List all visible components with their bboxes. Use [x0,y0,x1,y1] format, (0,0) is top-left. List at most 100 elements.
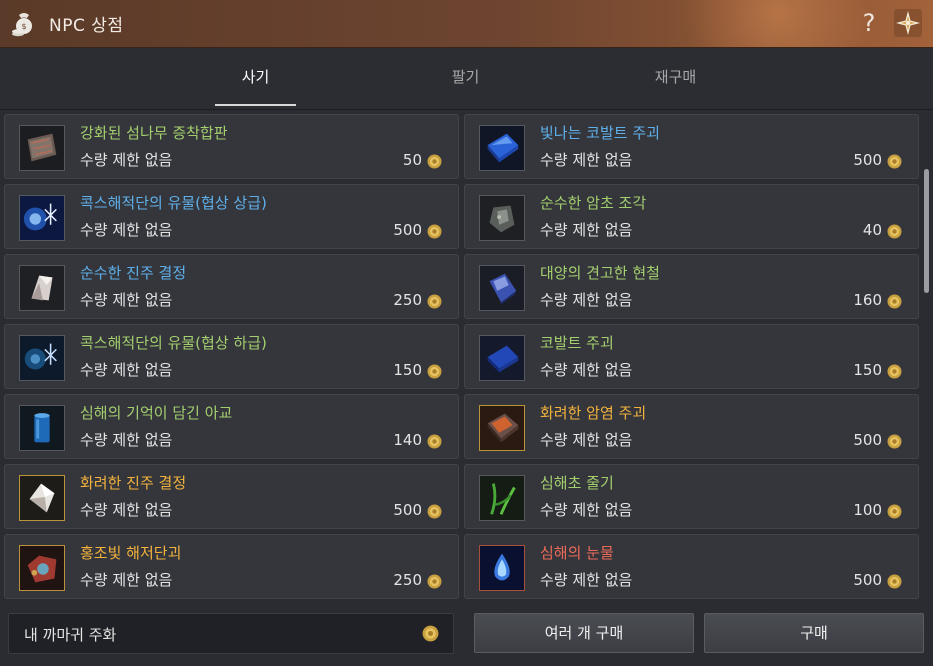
item-name: 홍조빛 해저단괴 [80,544,182,562]
item-limit: 수량 제한 없음 [80,501,173,519]
item-name: 심해의 눈물 [540,544,614,562]
item-limit: 수량 제한 없음 [80,361,173,379]
crow-coin-icon [427,294,442,309]
cobalt-ingot-icon [479,125,525,171]
item-price: 150 [393,361,422,379]
item-limit: 수량 제한 없음 [540,361,633,379]
multi-buy-button[interactable]: 여러 개 구매 [474,613,694,653]
item-limit: 수량 제한 없음 [540,291,633,309]
glue-jar-icon [19,405,65,451]
crow-coin-icon [427,224,442,239]
item-name: 빛나는 코발트 주괴 [540,124,660,142]
shop-item[interactable]: 빛나는 코발트 주괴 수량 제한 없음 500 [464,114,919,179]
item-limit: 수량 제한 없음 [540,151,633,169]
item-price: 500 [393,221,422,239]
item-name: 콕스해적단의 유물(협상 하급) [80,334,267,352]
item-name: 강화된 섬나무 증착합판 [80,124,228,142]
item-name: 대양의 견고한 현철 [540,264,660,282]
cobalt-ingot-icon [479,335,525,381]
pirate-relic-icon [19,195,65,241]
crow-coin-icon [427,574,442,589]
svg-text:$: $ [21,22,26,31]
title-decoration [633,0,873,47]
item-price: 250 [393,291,422,309]
item-name: 심해초 줄기 [540,474,614,492]
compass-star-icon[interactable] [893,8,923,38]
pearl-crystal-icon [19,265,65,311]
shop-item[interactable]: 심해의 눈물 수량 제한 없음 500 [464,534,919,599]
shop-item[interactable]: 콕스해적단의 유물(협상 하급) 수량 제한 없음 150 [4,324,459,389]
crow-coin-icon [887,294,902,309]
shop-item[interactable]: 화려한 암염 주괴 수량 제한 없음 500 [464,394,919,459]
item-price: 150 [853,361,882,379]
item-name: 화려한 진주 결정 [80,474,187,492]
active-tab-indicator [215,104,296,106]
item-limit: 수량 제한 없음 [80,151,173,169]
item-limit: 수량 제한 없음 [80,291,173,309]
item-name: 코발트 주괴 [540,334,614,352]
item-limit: 수량 제한 없음 [80,221,173,239]
crow-coin-icon [422,625,439,642]
item-price: 500 [853,151,882,169]
scrollbar-thumb[interactable] [924,169,929,293]
crow-coin-icon [887,364,902,379]
bottom-bar: 내 까마귀 주화 여러 개 구매 구매 [0,603,933,666]
item-list: 강화된 섬나무 증착합판 수량 제한 없음 50 빛나는 코발트 주괴 수량 제… [0,111,933,603]
item-price: 100 [853,501,882,519]
pirate-relic-icon [19,335,65,381]
item-price: 500 [393,501,422,519]
help-icon[interactable]: ? [857,8,881,38]
crow-coin-icon [427,434,442,449]
shop-item[interactable]: 심해의 기억이 담긴 아교 수량 제한 없음 140 [4,394,459,459]
sea-tear-icon [479,545,525,591]
item-price: 140 [393,431,422,449]
shop-item[interactable]: 순수한 암초 조각 수량 제한 없음 40 [464,184,919,249]
item-price: 50 [402,151,422,169]
tab-buyback[interactable]: 재구매 [635,66,716,87]
currency-label: 내 까마귀 주화 [24,626,117,644]
crow-coin-icon [427,364,442,379]
shop-item[interactable]: 홍조빛 해저단괴 수량 제한 없음 250 [4,534,459,599]
item-name: 순수한 진주 결정 [80,264,187,282]
title-bar: $ NPC 상점 ? [0,0,933,48]
item-limit: 수량 제한 없음 [540,221,633,239]
reef-piece-icon [479,195,525,241]
shop-item[interactable]: 코발트 주괴 수량 제한 없음 150 [464,324,919,389]
buy-button[interactable]: 구매 [704,613,924,653]
ocean-iron-icon [479,265,525,311]
item-price: 40 [862,221,882,239]
plywood-icon [19,125,65,171]
item-price: 250 [393,571,422,589]
shop-item[interactable]: 순수한 진주 결정 수량 제한 없음 250 [4,254,459,319]
crow-coin-icon [887,574,902,589]
crow-coin-icon [887,504,902,519]
shop-item[interactable]: 화려한 진주 결정 수량 제한 없음 500 [4,464,459,529]
tab-bar: 사기 팔기 재구매 [0,48,933,110]
scrollbar[interactable] [921,111,931,603]
rock-salt-ingot-icon [479,405,525,451]
item-price: 500 [853,571,882,589]
item-price: 160 [853,291,882,309]
crow-coin-icon [887,224,902,239]
item-limit: 수량 제한 없음 [540,501,633,519]
item-name: 순수한 암초 조각 [540,194,647,212]
crow-coin-icon [427,154,442,169]
tab-buy[interactable]: 사기 [215,66,296,87]
item-name: 화려한 암염 주괴 [540,404,647,422]
window-title: NPC 상점 [49,16,124,36]
item-limit: 수량 제한 없음 [80,571,173,589]
shop-item[interactable]: 대양의 견고한 현철 수량 제한 없음 160 [464,254,919,319]
item-limit: 수량 제한 없음 [80,431,173,449]
red-nodule-icon [19,545,65,591]
shop-item[interactable]: 콕스해적단의 유물(협상 상급) 수량 제한 없음 500 [4,184,459,249]
tab-sell[interactable]: 팔기 [425,66,506,87]
crow-coin-icon [887,154,902,169]
pearl-crystal-icon [19,475,65,521]
crow-coin-icon [427,504,442,519]
seaweed-stem-icon [479,475,525,521]
item-limit: 수량 제한 없음 [540,431,633,449]
item-name: 콕스해적단의 유물(협상 상급) [80,194,267,212]
shop-item[interactable]: 심해초 줄기 수량 제한 없음 100 [464,464,919,529]
crow-coin-icon [887,434,902,449]
shop-item[interactable]: 강화된 섬나무 증착합판 수량 제한 없음 50 [4,114,459,179]
